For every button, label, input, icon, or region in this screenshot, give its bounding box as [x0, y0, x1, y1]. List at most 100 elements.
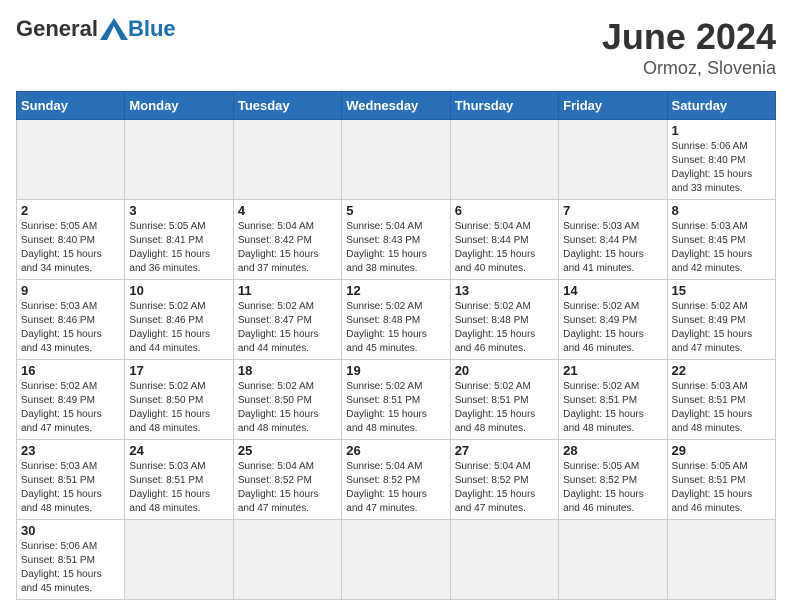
day-number: 8 — [672, 203, 771, 218]
day-info: Sunrise: 5:02 AM Sunset: 8:46 PM Dayligh… — [129, 300, 228, 356]
day-info: Sunrise: 5:02 AM Sunset: 8:50 PM Dayligh… — [238, 380, 337, 436]
day-number: 10 — [129, 283, 228, 298]
calendar-cell: 23 Sunrise: 5:03 AM Sunset: 8:51 PM Dayli… — [17, 440, 125, 520]
day-info: Sunrise: 5:02 AM Sunset: 8:51 PM Dayligh… — [346, 380, 445, 436]
weekday-header-wednesday: Wednesday — [342, 92, 450, 120]
day-number: 26 — [346, 443, 445, 458]
weekday-header-thursday: Thursday — [450, 92, 558, 120]
calendar-cell: 22Sunrise: 5:03 AM Sunset: 8:51 PM Dayli… — [667, 360, 775, 440]
week-row-1: 1 Sunrise: 5:06 AM Sunset: 8:40 PM Daylig… — [17, 120, 776, 200]
calendar-cell: 9Sunrise: 5:03 AM Sunset: 8:46 PM Daylig… — [17, 280, 125, 360]
calendar-cell: 29Sunrise: 5:05 AM Sunset: 8:51 PM Dayli… — [667, 440, 775, 520]
calendar-cell — [125, 120, 233, 200]
calendar-cell: 17 Sunrise: 5:02 AM Sunset: 8:50 PM Dayli… — [125, 360, 233, 440]
day-info: Sunrise: 5:02 AM Sunset: 8:51 PM Dayligh… — [455, 380, 554, 436]
logo-general-text: General — [16, 16, 98, 42]
calendar-cell: 4 Sunrise: 5:04 AM Sunset: 8:42 PM Daylig… — [233, 200, 341, 280]
day-number: 19 — [346, 363, 445, 378]
day-number: 11 — [238, 283, 337, 298]
day-info: Sunrise: 5:06 AM Sunset: 8:40 PM Dayligh… — [672, 140, 771, 196]
weekday-header-monday: Monday — [125, 92, 233, 120]
calendar-cell: 13 Sunrise: 5:02 AM Sunset: 8:48 PM Dayli… — [450, 280, 558, 360]
calendar-cell: 3Sunrise: 5:05 AM Sunset: 8:41 PM Daylig… — [125, 200, 233, 280]
weekday-header-saturday: Saturday — [667, 92, 775, 120]
day-info: Sunrise: 5:04 AM Sunset: 8:44 PM Dayligh… — [455, 220, 554, 276]
page-header: General Blue June 2024 Ormoz, Slovenia — [16, 16, 776, 79]
day-number: 4 — [238, 203, 337, 218]
day-info: Sunrise: 5:04 AM Sunset: 8:52 PM Dayligh… — [455, 460, 554, 516]
calendar-cell: 24 Sunrise: 5:03 AM Sunset: 8:51 PM Dayli… — [125, 440, 233, 520]
day-number: 15 — [672, 283, 771, 298]
day-info: Sunrise: 5:02 AM Sunset: 8:48 PM Dayligh… — [455, 300, 554, 356]
day-number: 16 — [21, 363, 120, 378]
day-number: 21 — [563, 363, 662, 378]
day-number: 25 — [238, 443, 337, 458]
calendar-cell: 25 Sunrise: 5:04 AM Sunset: 8:52 PM Dayli… — [233, 440, 341, 520]
day-info: Sunrise: 5:03 AM Sunset: 8:51 PM Dayligh… — [21, 460, 120, 516]
day-info: Sunrise: 5:04 AM Sunset: 8:52 PM Dayligh… — [238, 460, 337, 516]
calendar-cell: 26 Sunrise: 5:04 AM Sunset: 8:52 PM Dayli… — [342, 440, 450, 520]
week-row-6: 30 Sunrise: 5:06 AM Sunset: 8:51 PM Dayli… — [17, 520, 776, 600]
week-row-4: 16Sunrise: 5:02 AM Sunset: 8:49 PM Dayli… — [17, 360, 776, 440]
calendar-cell — [125, 520, 233, 600]
day-info: Sunrise: 5:02 AM Sunset: 8:48 PM Dayligh… — [346, 300, 445, 356]
calendar-cell — [233, 120, 341, 200]
day-number: 13 — [455, 283, 554, 298]
calendar-cell — [667, 520, 775, 600]
calendar-cell — [450, 520, 558, 600]
day-info: Sunrise: 5:04 AM Sunset: 8:43 PM Dayligh… — [346, 220, 445, 276]
weekday-header-sunday: Sunday — [17, 92, 125, 120]
day-info: Sunrise: 5:03 AM Sunset: 8:51 PM Dayligh… — [129, 460, 228, 516]
day-info: Sunrise: 5:02 AM Sunset: 8:51 PM Dayligh… — [563, 380, 662, 436]
day-info: Sunrise: 5:02 AM Sunset: 8:50 PM Dayligh… — [129, 380, 228, 436]
day-info: Sunrise: 5:02 AM Sunset: 8:49 PM Dayligh… — [672, 300, 771, 356]
calendar-cell: 7 Sunrise: 5:03 AM Sunset: 8:44 PM Daylig… — [559, 200, 667, 280]
calendar-cell — [559, 520, 667, 600]
calendar-cell: 1 Sunrise: 5:06 AM Sunset: 8:40 PM Daylig… — [667, 120, 775, 200]
day-info: Sunrise: 5:06 AM Sunset: 8:51 PM Dayligh… — [21, 540, 120, 596]
day-number: 24 — [129, 443, 228, 458]
day-info: Sunrise: 5:03 AM Sunset: 8:45 PM Dayligh… — [672, 220, 771, 276]
calendar-title: June 2024 — [602, 16, 776, 58]
day-number: 7 — [563, 203, 662, 218]
week-row-5: 23 Sunrise: 5:03 AM Sunset: 8:51 PM Dayli… — [17, 440, 776, 520]
day-number: 1 — [672, 123, 771, 138]
day-info: Sunrise: 5:02 AM Sunset: 8:49 PM Dayligh… — [563, 300, 662, 356]
day-number: 17 — [129, 363, 228, 378]
calendar-cell: 20 Sunrise: 5:02 AM Sunset: 8:51 PM Dayli… — [450, 360, 558, 440]
day-number: 30 — [21, 523, 120, 538]
logo: General Blue — [16, 16, 176, 42]
calendar-cell: 11Sunrise: 5:02 AM Sunset: 8:47 PM Dayli… — [233, 280, 341, 360]
calendar-cell: 21 Sunrise: 5:02 AM Sunset: 8:51 PM Dayli… — [559, 360, 667, 440]
weekday-header-friday: Friday — [559, 92, 667, 120]
day-number: 14 — [563, 283, 662, 298]
calendar-cell — [342, 520, 450, 600]
day-number: 27 — [455, 443, 554, 458]
calendar-cell — [559, 120, 667, 200]
logo-icon — [100, 18, 128, 40]
weekday-header-row: SundayMondayTuesdayWednesdayThursdayFrid… — [17, 92, 776, 120]
calendar-cell: 18Sunrise: 5:02 AM Sunset: 8:50 PM Dayli… — [233, 360, 341, 440]
day-number: 28 — [563, 443, 662, 458]
day-number: 12 — [346, 283, 445, 298]
day-info: Sunrise: 5:03 AM Sunset: 8:44 PM Dayligh… — [563, 220, 662, 276]
day-number: 20 — [455, 363, 554, 378]
day-number: 3 — [129, 203, 228, 218]
calendar-cell: 28Sunrise: 5:05 AM Sunset: 8:52 PM Dayli… — [559, 440, 667, 520]
calendar-cell: 5Sunrise: 5:04 AM Sunset: 8:43 PM Daylig… — [342, 200, 450, 280]
day-info: Sunrise: 5:04 AM Sunset: 8:42 PM Dayligh… — [238, 220, 337, 276]
calendar-cell: 6 Sunrise: 5:04 AM Sunset: 8:44 PM Daylig… — [450, 200, 558, 280]
title-block: June 2024 Ormoz, Slovenia — [602, 16, 776, 79]
day-info: Sunrise: 5:04 AM Sunset: 8:52 PM Dayligh… — [346, 460, 445, 516]
calendar-cell: 15 Sunrise: 5:02 AM Sunset: 8:49 PM Dayli… — [667, 280, 775, 360]
calendar-cell: 10 Sunrise: 5:02 AM Sunset: 8:46 PM Dayli… — [125, 280, 233, 360]
calendar-cell — [342, 120, 450, 200]
calendar-cell: 30 Sunrise: 5:06 AM Sunset: 8:51 PM Dayli… — [17, 520, 125, 600]
calendar-cell: 19 Sunrise: 5:02 AM Sunset: 8:51 PM Dayli… — [342, 360, 450, 440]
day-number: 29 — [672, 443, 771, 458]
calendar-cell: 2Sunrise: 5:05 AM Sunset: 8:40 PM Daylig… — [17, 200, 125, 280]
calendar-cell: 16Sunrise: 5:02 AM Sunset: 8:49 PM Dayli… — [17, 360, 125, 440]
day-number: 23 — [21, 443, 120, 458]
day-number: 6 — [455, 203, 554, 218]
calendar-table: SundayMondayTuesdayWednesdayThursdayFrid… — [16, 91, 776, 600]
